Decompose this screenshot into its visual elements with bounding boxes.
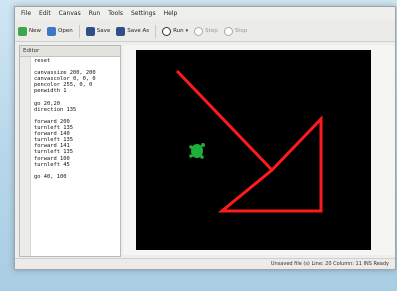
canvas-panel: [123, 45, 395, 255]
step-button[interactable]: Step: [191, 23, 221, 39]
run-icon: [162, 26, 172, 36]
stop-button-label: Stop: [234, 28, 248, 34]
save-as-button[interactable]: Save As: [113, 23, 152, 39]
open-button-label: Open: [58, 28, 73, 34]
run-button[interactable]: Run ▾: [159, 23, 191, 39]
turtle-icon: [189, 143, 205, 159]
code-line-current[interactable]: go 40, 100: [34, 174, 120, 180]
menu-run[interactable]: Run: [89, 10, 101, 17]
menu-bar: File Edit Canvas Run Tools Settings Help: [15, 7, 395, 20]
save-button-label: Save: [96, 28, 111, 34]
kturtle-window: File Edit Canvas Run Tools Settings Help…: [14, 6, 396, 270]
folder-open-icon: [47, 26, 56, 36]
save-as-button-label: Save As: [127, 28, 150, 34]
menu-tools[interactable]: Tools: [108, 10, 123, 17]
run-button-label: Run: [173, 28, 184, 34]
status-text: Unsaved file (s) Line: 20 Column: 11 INS…: [270, 261, 389, 267]
save-icon: [85, 26, 95, 36]
toolbar-separator: [155, 24, 157, 38]
turtle-canvas[interactable]: [136, 50, 371, 250]
stop-icon: [223, 26, 233, 36]
menu-canvas[interactable]: Canvas: [59, 10, 81, 17]
new-button[interactable]: New: [15, 23, 44, 39]
code-text-area[interactable]: reset canvassize 200, 200 canvascolor 0,…: [31, 57, 120, 256]
step-button-label: Step: [205, 28, 218, 34]
new-button-label: New: [29, 28, 41, 34]
toolbar-separator: [78, 24, 80, 38]
menu-edit[interactable]: Edit: [39, 10, 51, 17]
open-button[interactable]: Open: [44, 23, 76, 39]
status-bar: Unsaved file (s) Line: 20 Column: 11 INS…: [15, 258, 395, 269]
save-as-icon: [116, 26, 126, 36]
menu-help[interactable]: Help: [164, 10, 178, 17]
new-file-icon: [18, 26, 27, 36]
line-number-gutter: [20, 57, 31, 256]
editor-panel: Editor reset canvassize 200, 200 canvasc…: [19, 45, 121, 257]
editor-title: Editor: [20, 46, 120, 57]
chevron-down-icon[interactable]: ▾: [186, 28, 189, 34]
step-icon: [194, 26, 204, 36]
main-toolbar: New Open Save Save As Run ▾ Step Stop: [15, 21, 395, 42]
menu-settings[interactable]: Settings: [131, 10, 156, 17]
save-button[interactable]: Save: [83, 23, 114, 39]
stop-button[interactable]: Stop: [221, 23, 251, 39]
menu-file[interactable]: File: [21, 10, 31, 17]
code-editor[interactable]: reset canvassize 200, 200 canvascolor 0,…: [20, 57, 120, 256]
